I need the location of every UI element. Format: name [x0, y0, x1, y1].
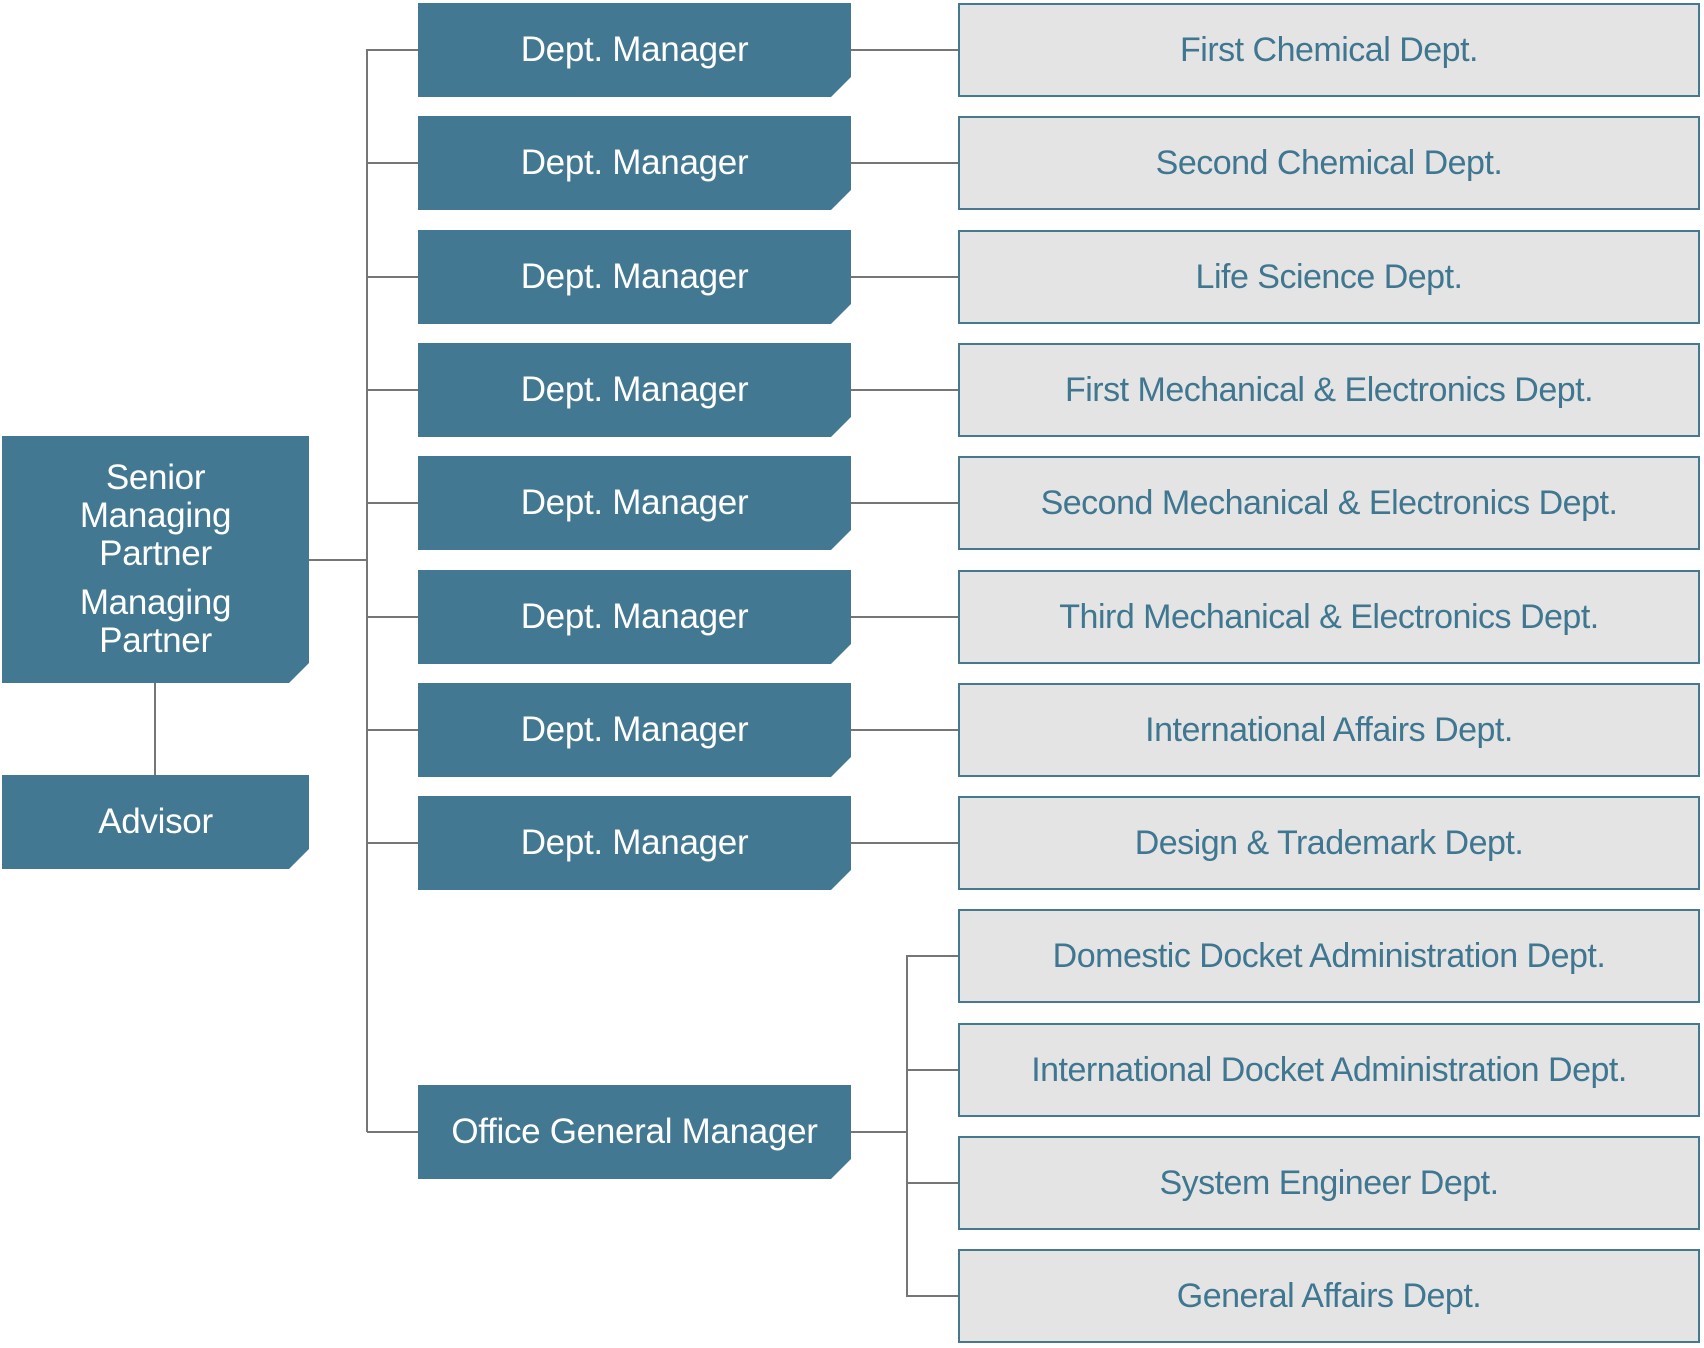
manager-label: Dept. Manager	[520, 823, 749, 863]
dept-manager-node: Dept. Manager	[418, 116, 851, 210]
connector-bracket-department	[907, 955, 958, 957]
connector-trunk-manager	[367, 276, 418, 278]
department-node: International Docket Administration Dept…	[958, 1023, 1700, 1117]
dept-manager-node: Dept. Manager	[418, 3, 851, 97]
connector-trunk-manager	[367, 616, 418, 618]
trunk-line	[366, 49, 368, 1132]
connector-trunk-manager	[367, 842, 418, 844]
connector-trunk-manager	[367, 389, 418, 391]
connector-manager-department	[851, 616, 958, 618]
dept-manager-node: Dept. Manager	[418, 343, 851, 437]
department-node: Second Chemical Dept.	[958, 116, 1700, 210]
connector-root-advisor	[154, 683, 156, 775]
connector-manager-department	[851, 842, 958, 844]
department-node: General Affairs Dept.	[958, 1249, 1700, 1343]
manager-label: Dept. Manager	[520, 483, 749, 523]
department-node: Design & Trademark Dept.	[958, 796, 1700, 890]
department-label: Domestic Docket Administration Dept.	[1052, 936, 1606, 975]
department-node: First Mechanical & Electronics Dept.	[958, 343, 1700, 437]
connector-manager-department	[851, 49, 958, 51]
manager-label: Dept. Manager	[520, 257, 749, 297]
manager-label: Dept. Manager	[520, 143, 749, 183]
department-label: First Mechanical & Electronics Dept.	[1064, 370, 1594, 409]
department-node: Third Mechanical & Electronics Dept.	[958, 570, 1700, 664]
manager-label: Dept. Manager	[520, 710, 749, 750]
department-node: Second Mechanical & Electronics Dept.	[958, 456, 1700, 550]
connector-manager-department	[851, 162, 958, 164]
dept-manager-node: Dept. Manager	[418, 230, 851, 324]
senior-managing-partner-label: Senior Managing Partner	[79, 458, 232, 573]
connector-bracket-department	[907, 1069, 958, 1071]
dept-manager-node: Dept. Manager	[418, 456, 851, 550]
bracket-line	[906, 955, 908, 1297]
manager-label: Dept. Manager	[520, 30, 749, 70]
department-node: System Engineer Dept.	[958, 1136, 1700, 1230]
manager-label: Office General Manager	[451, 1112, 818, 1152]
connector-trunk-manager	[367, 502, 418, 504]
department-label: Life Science Dept.	[1195, 257, 1463, 296]
connector-manager-bracket	[851, 1131, 907, 1133]
advisor-node: Advisor	[2, 775, 309, 869]
department-label: International Affairs Dept.	[1145, 710, 1513, 749]
manager-label: Dept. Manager	[520, 370, 749, 410]
advisor-label: Advisor	[98, 802, 213, 842]
department-label: International Docket Administration Dept…	[1031, 1050, 1627, 1089]
connector-manager-department	[851, 729, 958, 731]
connector-manager-department	[851, 502, 958, 504]
department-label: General Affairs Dept.	[1176, 1276, 1482, 1315]
connector-manager-department	[851, 276, 958, 278]
connector-bracket-department	[907, 1295, 958, 1297]
connector-trunk-manager	[367, 49, 418, 51]
connector-trunk-manager	[367, 1131, 418, 1133]
managing-partner-label: Managing Partner	[79, 583, 232, 661]
connector-root-trunk	[309, 559, 368, 561]
office-general-manager-node: Office General Manager	[418, 1085, 851, 1179]
dept-manager-node: Dept. Manager	[418, 796, 851, 890]
connector-manager-department	[851, 389, 958, 391]
senior-managing-partner-node: Senior Managing Partner Managing Partner	[2, 436, 309, 683]
department-node: International Affairs Dept.	[958, 683, 1700, 777]
connector-trunk-manager	[367, 729, 418, 731]
dept-manager-node: Dept. Manager	[418, 570, 851, 664]
department-label: Design & Trademark Dept.	[1134, 823, 1524, 862]
department-label: Second Chemical Dept.	[1155, 143, 1503, 182]
department-node: Domestic Docket Administration Dept.	[958, 909, 1700, 1003]
department-label: First Chemical Dept.	[1180, 30, 1478, 69]
connector-bracket-department	[907, 1182, 958, 1184]
department-label: System Engineer Dept.	[1159, 1163, 1499, 1202]
department-node: Life Science Dept.	[958, 230, 1700, 324]
department-label: Third Mechanical & Electronics Dept.	[1059, 597, 1599, 636]
dept-manager-node: Dept. Manager	[418, 683, 851, 777]
department-node: First Chemical Dept.	[958, 3, 1700, 97]
connector-trunk-manager	[367, 162, 418, 164]
department-label: Second Mechanical & Electronics Dept.	[1040, 483, 1618, 522]
manager-label: Dept. Manager	[520, 597, 749, 637]
